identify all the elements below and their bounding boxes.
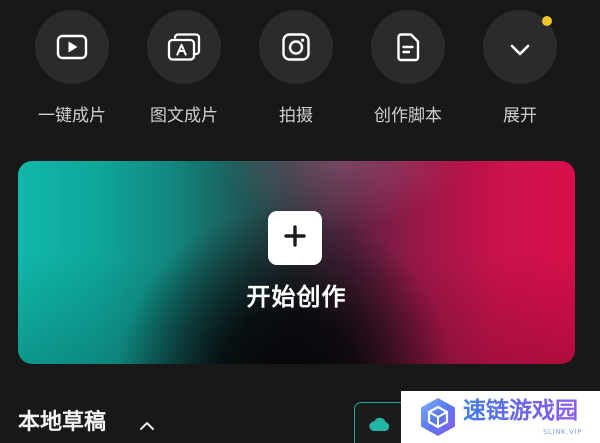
quick-action-label: 展开 — [503, 106, 537, 126]
quick-action-button[interactable] — [147, 10, 221, 84]
image-text-icon — [166, 32, 202, 62]
gem-logo-icon — [417, 396, 459, 442]
quick-action-label: 创作脚本 — [374, 106, 442, 126]
script-icon — [395, 32, 421, 62]
watermark-domain: SLINK.VIP — [543, 428, 582, 436]
quick-action-label: 图文成片 — [150, 106, 218, 126]
start-creating-button[interactable] — [268, 211, 322, 265]
quick-action-label: 拍摄 — [279, 106, 313, 126]
quick-action-one-click[interactable]: 一键成片 — [35, 10, 109, 126]
quick-action-button[interactable] — [259, 10, 333, 84]
play-icon — [56, 34, 88, 60]
cloud-icon — [368, 416, 390, 436]
watermark: 速链游戏园 SLINK.VIP — [401, 391, 600, 443]
plus-icon — [284, 225, 306, 251]
quick-action-expand[interactable]: 展开 — [483, 10, 557, 126]
start-creating-label: 开始创作 — [246, 283, 347, 311]
quick-action-button[interactable] — [371, 10, 445, 84]
camera-icon — [281, 32, 311, 62]
chevron-down-icon — [510, 44, 530, 56]
start-creating-card[interactable]: 开始创作 — [18, 161, 575, 364]
quick-action-shoot[interactable]: 拍摄 — [259, 10, 333, 126]
quick-action-label: 一键成片 — [38, 106, 106, 126]
watermark-brand: 速链游戏园 — [463, 398, 578, 424]
notification-dot — [542, 16, 552, 26]
chevron-up-icon — [139, 416, 155, 435]
local-drafts-toggle[interactable]: 本地草稿 — [18, 406, 160, 440]
quick-action-button[interactable] — [35, 10, 109, 84]
quick-action-script[interactable]: 创作脚本 — [371, 10, 445, 126]
local-drafts-title: 本地草稿 — [18, 410, 107, 435]
quick-action-image-text[interactable]: 图文成片 — [147, 10, 221, 126]
